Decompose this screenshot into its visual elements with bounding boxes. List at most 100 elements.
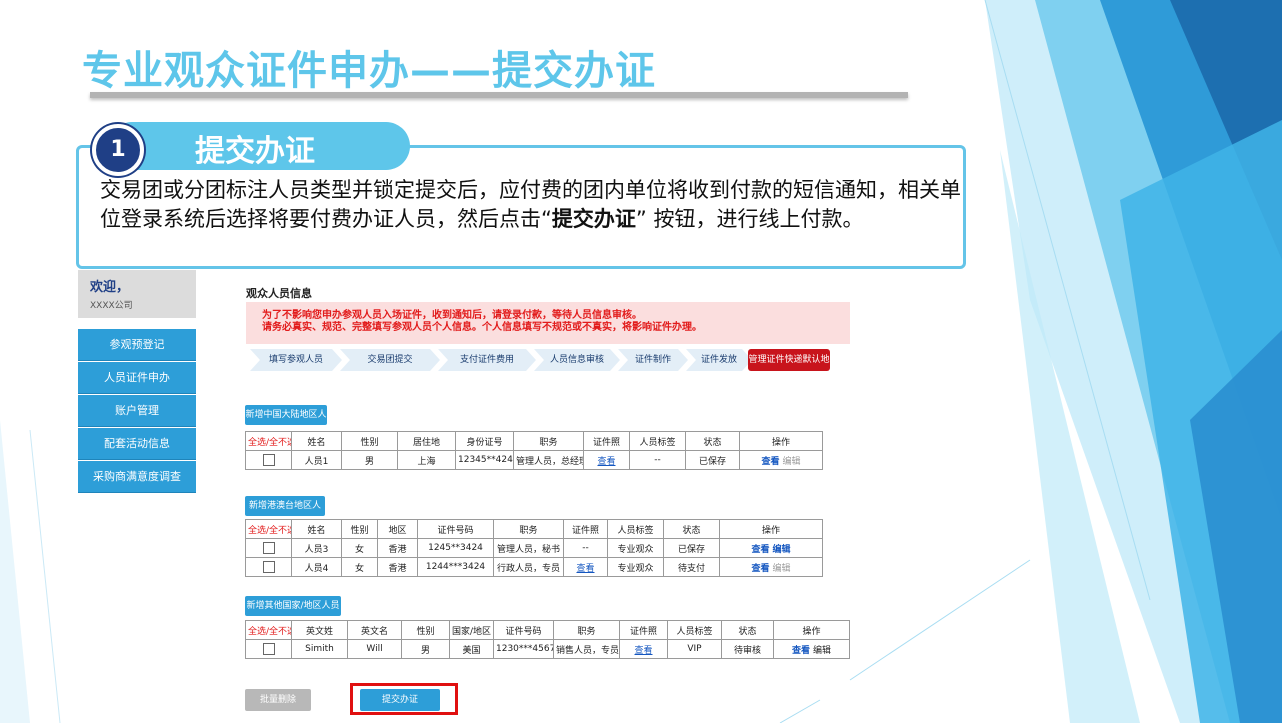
cell-given-name: Will [347, 639, 402, 659]
column-header: 操作 [719, 519, 823, 539]
step-pill-label: 提交办证 [195, 134, 315, 169]
cell-status: 已保存 [685, 450, 740, 470]
row-checkbox[interactable] [262, 454, 275, 466]
cell-doc-number: 1244***3424 [417, 557, 494, 577]
cell-actions: 查看 编辑 [773, 639, 850, 659]
foreign-table: 全选/全不选 英文姓 英文名 性别 国家/地区 证件号码 职务 证件照 人员标签… [245, 620, 850, 659]
notice-line-1: 为了不影响您申办参观人员入场证件，收到通知后，请登录付款，等待人员信息审核。 [262, 310, 642, 321]
cell-doc-number: 1230***4567 [493, 639, 554, 659]
cell-position: 销售人员，专员 [553, 639, 620, 659]
column-header: 英文名 [347, 620, 402, 640]
select-all-toggle[interactable]: 全选/全不选 [245, 431, 292, 451]
progress-step-pay-fee: 支付证件费用 [438, 349, 536, 371]
edit-link: 编辑 [772, 563, 791, 574]
progress-step-badge-issue: 证件发放 [686, 349, 752, 371]
add-hkmt-person-button[interactable]: 新增港澳台地区人员 [245, 496, 325, 531]
column-header: 证件号码 [493, 620, 554, 640]
cell-tag: -- [629, 450, 686, 470]
column-header: 地区 [377, 519, 418, 539]
sidebar-menu: 参观预登记 人员证件申办 账户管理 配套活动信息 采购商满意度调查 [78, 329, 196, 494]
cell-name: 人员1 [291, 450, 342, 470]
cell-photo: 查看 [619, 639, 668, 659]
title-underline [90, 92, 908, 98]
sidebar-item-badge-application[interactable]: 人员证件申办 [78, 362, 196, 394]
cell-actions: 查看 编辑 [719, 538, 823, 558]
row-checkbox[interactable] [262, 643, 275, 655]
row-select-cell [245, 639, 292, 659]
batch-delete-button[interactable]: 批量删除 [245, 689, 311, 711]
cell-residence: 上海 [397, 450, 456, 470]
column-header: 职务 [493, 519, 564, 539]
view-photo-link[interactable]: 查看 [576, 564, 594, 574]
cell-photo: 查看 [583, 450, 630, 470]
select-all-toggle[interactable]: 全选/全不选 [245, 620, 292, 640]
column-header: 操作 [739, 431, 823, 451]
select-all-toggle[interactable]: 全选/全不选 [245, 519, 292, 539]
column-header: 状态 [685, 431, 740, 451]
column-header: 职务 [513, 431, 584, 451]
cell-status: 待支付 [663, 557, 720, 577]
cell-id-number: 12345**4245 [455, 450, 514, 470]
row-checkbox[interactable] [262, 542, 275, 554]
cell-region: 香港 [377, 538, 418, 558]
manage-address-button[interactable]: 管理证件快递默认地址 [748, 349, 830, 387]
row-select-cell [245, 538, 292, 558]
cell-position: 管理人员，秘书 [493, 538, 564, 558]
column-header: 职务 [553, 620, 620, 640]
table-header-row: 全选/全不选 英文姓 英文名 性别 国家/地区 证件号码 职务 证件照 人员标签… [245, 620, 850, 640]
view-link[interactable]: 查看 [752, 564, 770, 574]
column-header: 状态 [721, 620, 774, 640]
table-row: 人员3 女 香港 1245**3424 管理人员，秘书 -- 专业观众 已保存 … [245, 538, 823, 558]
panel-title: 观众人员信息 [246, 287, 312, 300]
progress-step-delegation-submit: 交易团提交 [340, 349, 440, 371]
description-text-2: ” 按钮，进行线上付款。 [635, 207, 864, 231]
column-header: 证件照 [619, 620, 668, 640]
submit-application-button[interactable]: 提交办证 [360, 689, 440, 711]
row-checkbox[interactable] [262, 561, 275, 573]
column-header: 英文姓 [291, 620, 348, 640]
step-number-badge: 1 [92, 124, 144, 176]
column-header: 性别 [341, 431, 398, 451]
cell-status: 待审核 [721, 639, 774, 659]
cell-surname: Simith [291, 639, 348, 659]
table-header-row: 全选/全不选 姓名 性别 居住地 身份证号 职务 证件照 人员标签 状态 操作 [245, 431, 823, 451]
cell-gender: 女 [341, 538, 378, 558]
notice-line-2: 请务必真实、规范、完整填写参观人员个人信息。个人信息填写不规范或不真实，将影响证… [262, 322, 702, 333]
mainland-table: 全选/全不选 姓名 性别 居住地 身份证号 职务 证件照 人员标签 状态 操作 … [245, 431, 823, 470]
sidebar-item-visit-registration[interactable]: 参观预登记 [78, 329, 196, 361]
description-bold: 提交办证 [551, 207, 636, 231]
column-header: 操作 [773, 620, 850, 640]
column-header: 姓名 [291, 519, 342, 539]
cell-tag: VIP [667, 639, 722, 659]
cell-actions: 查看 编辑 [719, 557, 823, 577]
view-photo-link[interactable]: 查看 [597, 457, 615, 467]
cell-photo: 查看 [563, 557, 608, 577]
cell-position: 行政人员，专员 [493, 557, 564, 577]
column-header: 证件照 [583, 431, 630, 451]
sidebar-item-events[interactable]: 配套活动信息 [78, 428, 196, 460]
edit-link[interactable]: 编辑 [813, 646, 831, 656]
add-foreign-person-button[interactable]: 新增其他国家/地区人员 [245, 596, 341, 616]
edit-link[interactable]: 编辑 [772, 545, 790, 555]
view-link[interactable]: 查看 [762, 457, 780, 467]
column-header: 性别 [341, 519, 378, 539]
welcome-text: 欢迎， [90, 280, 130, 295]
cell-gender: 女 [341, 557, 378, 577]
view-photo-link[interactable]: 查看 [634, 646, 652, 656]
add-mainland-person-button[interactable]: 新增中国大陆地区人员 [245, 405, 327, 440]
column-header: 状态 [663, 519, 720, 539]
column-header: 性别 [401, 620, 450, 640]
progress-step-badge-production: 证件制作 [618, 349, 688, 371]
sidebar-item-account[interactable]: 账户管理 [78, 395, 196, 427]
view-link[interactable]: 查看 [752, 545, 770, 555]
row-select-cell [245, 557, 292, 577]
progress-step-info-review: 人员信息审核 [534, 349, 620, 371]
column-header: 人员标签 [667, 620, 722, 640]
column-header: 姓名 [291, 431, 342, 451]
view-link[interactable]: 查看 [792, 646, 810, 656]
cell-gender: 男 [401, 639, 450, 659]
sidebar-item-survey[interactable]: 采购商满意度调查 [78, 461, 196, 493]
company-name: XXXX公司 [90, 301, 133, 311]
column-header: 人员标签 [607, 519, 664, 539]
cell-country: 美国 [449, 639, 494, 659]
